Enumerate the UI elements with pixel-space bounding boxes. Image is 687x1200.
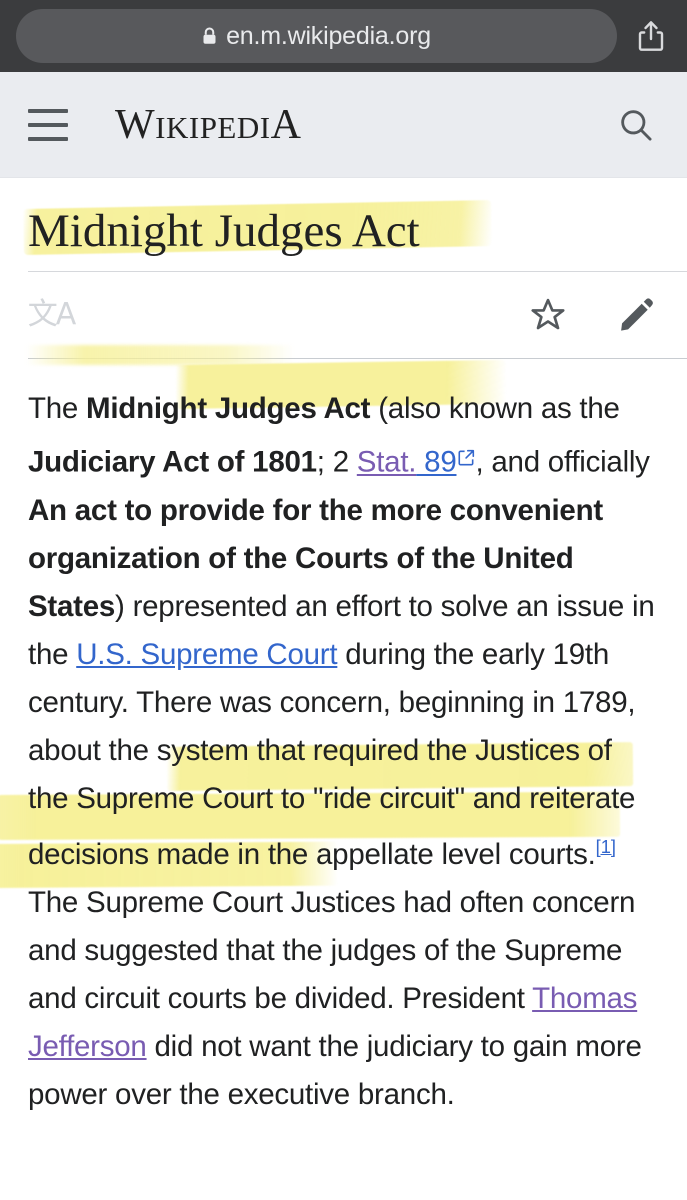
pencil-icon bbox=[621, 298, 653, 332]
hamburger-menu-icon[interactable] bbox=[28, 108, 68, 141]
lead-text-6: during the early 19th century. There was… bbox=[28, 637, 636, 871]
star-icon bbox=[531, 299, 565, 330]
wordmark-a: A bbox=[270, 101, 302, 148]
link-us-supreme-court[interactable]: U.S. Supreme Court bbox=[76, 638, 337, 671]
link-stat[interactable]: Stat. bbox=[357, 446, 417, 479]
article-container: Midnight Judges Act bbox=[0, 178, 687, 272]
wikipedia-wordmark[interactable]: WIKIPEDIA bbox=[115, 104, 301, 146]
lead-paragraph: The Midnight Judges Act (also known as t… bbox=[28, 385, 659, 1118]
wordmark-ikipedi: IKIPEDI bbox=[155, 109, 271, 145]
hamburger-bar bbox=[28, 136, 68, 141]
hamburger-bar bbox=[28, 122, 68, 127]
title-block: Midnight Judges Act bbox=[23, 178, 659, 271]
wordmark-w: W bbox=[115, 101, 156, 148]
search-button[interactable] bbox=[613, 102, 659, 148]
lead-bold-judiciary-act: Judiciary Act of 1801 bbox=[28, 445, 317, 479]
citation-link-1[interactable]: [1] bbox=[596, 836, 616, 857]
link-stat-89[interactable]: 89 bbox=[416, 446, 457, 479]
highlight-stray-stroke bbox=[26, 345, 294, 366]
browser-chrome: en.m.wikipedia.org bbox=[0, 0, 687, 72]
page-title: Midnight Judges Act bbox=[28, 205, 420, 257]
share-button[interactable] bbox=[631, 13, 671, 59]
hamburger-bar bbox=[28, 108, 68, 113]
lead-text-2: (also known as the bbox=[370, 392, 620, 426]
lead-bold-act-name: Midnight Judges Act bbox=[86, 392, 371, 426]
external-link-icon bbox=[458, 433, 475, 481]
lead-text-4: , and officially bbox=[475, 445, 650, 479]
edit-button[interactable] bbox=[613, 292, 659, 338]
language-icon: 文A bbox=[27, 297, 77, 333]
share-icon bbox=[638, 21, 664, 51]
url-bar[interactable]: en.m.wikipedia.org bbox=[16, 9, 617, 63]
action-bar-right bbox=[525, 292, 659, 338]
lead-text-1: The bbox=[28, 392, 87, 426]
wikipedia-header: WIKIPEDIA bbox=[0, 72, 687, 178]
language-button[interactable]: 文A bbox=[27, 292, 77, 338]
url-text: en.m.wikipedia.org bbox=[226, 21, 431, 50]
lead-text-3: ; 2 bbox=[316, 445, 357, 479]
watch-button[interactable] bbox=[525, 292, 571, 338]
article-body: The Midnight Judges Act (also known as t… bbox=[0, 345, 687, 1118]
lock-icon bbox=[203, 27, 216, 44]
search-icon bbox=[621, 109, 652, 141]
